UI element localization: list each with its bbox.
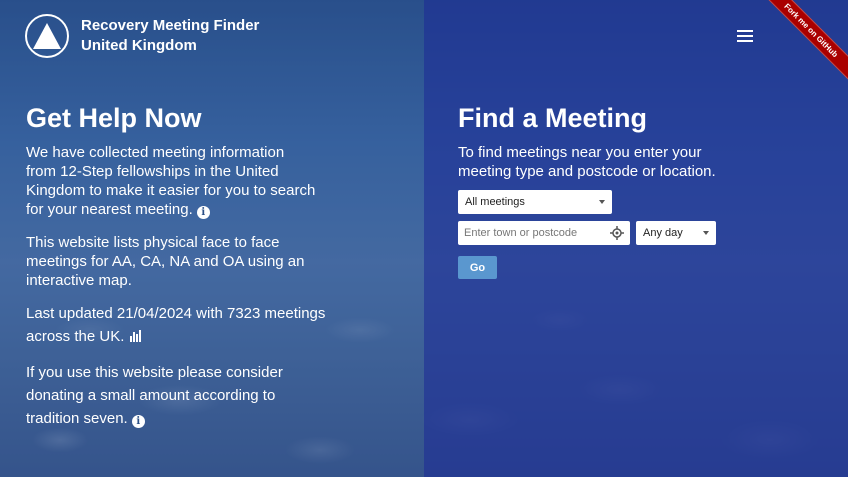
location-field[interactable]: [458, 221, 630, 245]
info-icon[interactable]: i: [131, 415, 145, 428]
find-meeting-intro: To find meetings near you enter your mee…: [458, 144, 716, 180]
bar-chart-icon[interactable]: [130, 330, 142, 342]
day-value: Any day: [643, 227, 683, 239]
chevron-down-icon: [599, 200, 605, 204]
get-help-heading: Get Help Now: [26, 103, 202, 133]
go-button[interactable]: Go: [458, 256, 497, 279]
logo-icon: [25, 14, 69, 58]
intro-paragraph: We have collected meeting information fr…: [26, 144, 316, 219]
day-select[interactable]: Any day: [636, 221, 716, 245]
github-ribbon[interactable]: Fork me on GitHub: [758, 0, 848, 90]
github-ribbon-label[interactable]: Fork me on GitHub: [758, 0, 848, 90]
location-input[interactable]: [464, 227, 604, 239]
meeting-type-select[interactable]: All meetings: [458, 190, 612, 214]
coverage-paragraph: This website lists physical face to face…: [26, 234, 305, 289]
locate-icon[interactable]: [610, 226, 624, 240]
hamburger-menu-icon[interactable]: [737, 30, 753, 42]
brand-title: Recovery Meeting Finder: [81, 17, 260, 34]
brand[interactable]: Recovery Meeting Finder United Kingdom: [25, 14, 259, 58]
chevron-down-icon: [703, 231, 709, 235]
find-meeting-heading: Find a Meeting: [458, 103, 647, 133]
brand-subtitle: United Kingdom: [81, 37, 197, 54]
info-icon[interactable]: i: [196, 206, 210, 219]
updated-paragraph: Last updated 21/04/2024 with 7323 meetin…: [26, 305, 326, 345]
meeting-type-value: All meetings: [465, 196, 525, 208]
donation-paragraph: If you use this website please consider …: [26, 364, 283, 428]
